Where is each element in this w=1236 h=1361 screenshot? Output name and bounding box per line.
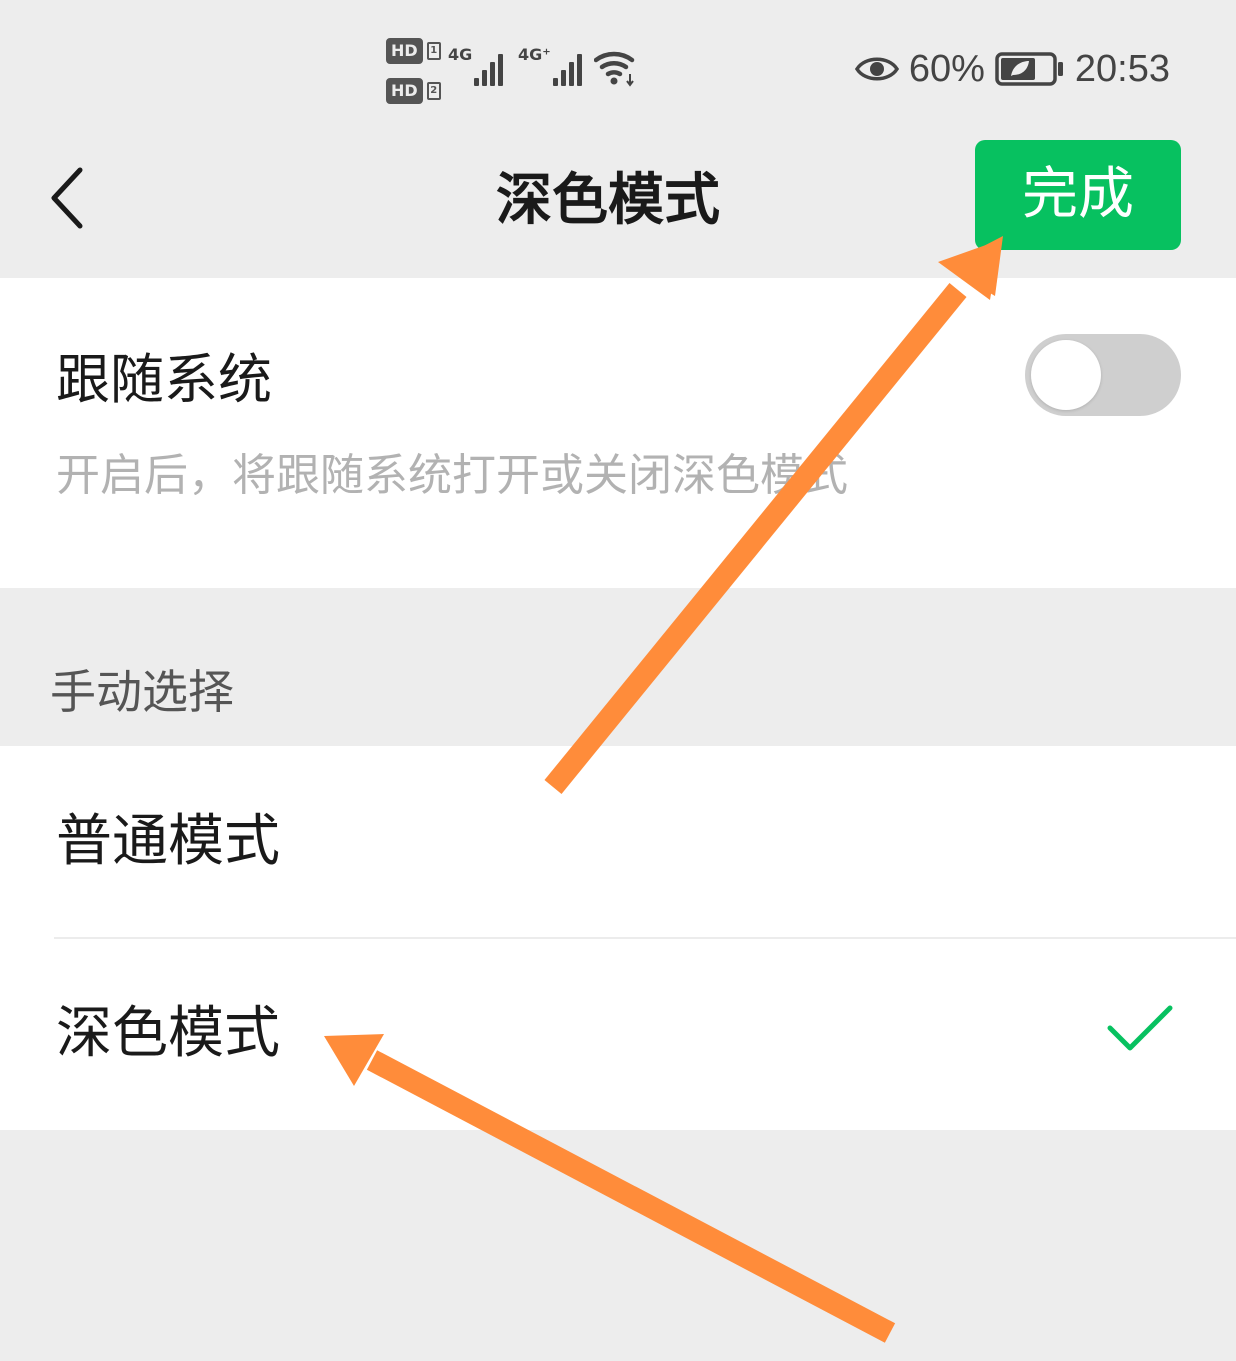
signal-bars-icon (552, 46, 582, 86)
battery-percent: 60% (908, 48, 985, 90)
toggle-knob (1031, 340, 1101, 410)
manual-select-header: 手动选择 (50, 665, 234, 719)
nav-bar: 深色模式 完成 (0, 130, 1236, 278)
follow-system-title: 跟随系统 (56, 348, 272, 411)
battery-icon (995, 52, 1063, 86)
option-label: 普通模式 (56, 809, 280, 874)
follow-system-description: 开启后，将跟随系统打开或关闭深色模式 (56, 450, 848, 501)
option-label: 深色模式 (56, 1001, 280, 1066)
eye-icon (854, 57, 899, 81)
hd-label: HD (386, 78, 423, 104)
sim-number: 1 (426, 42, 441, 60)
status-bar: HD 1 HD 2 4G 4G⁺ 60% 20:53 (0, 0, 1236, 130)
wifi-icon (594, 51, 635, 87)
network-type-label: 4G (448, 45, 473, 64)
sim-indicators: HD 1 HD 2 (386, 38, 441, 104)
done-button[interactable]: 完成 (975, 140, 1181, 250)
status-right-group: 60% 20:53 (854, 44, 1170, 94)
network-type-label: 4G⁺ (518, 45, 551, 64)
sim2-hd-badge: HD 2 (386, 78, 441, 104)
follow-system-card: 跟随系统 开启后，将跟随系统打开或关闭深色模式 (0, 278, 1236, 588)
checkmark-icon (1107, 1005, 1173, 1051)
signal-sim1: 4G (448, 45, 504, 86)
sim1-hd-badge: HD 1 (386, 38, 441, 64)
option-dark-mode[interactable]: 深色模式 (0, 938, 1236, 1130)
mode-options-list: 普通模式 深色模式 (0, 746, 1236, 1130)
signal-sim2: 4G⁺ (518, 46, 582, 86)
follow-system-toggle[interactable] (1025, 334, 1181, 416)
hd-label: HD (386, 38, 423, 64)
clock: 20:53 (1074, 48, 1170, 90)
option-normal-mode[interactable]: 普通模式 (0, 746, 1236, 939)
signal-bars-icon (474, 46, 504, 86)
sim-number: 2 (426, 82, 441, 100)
